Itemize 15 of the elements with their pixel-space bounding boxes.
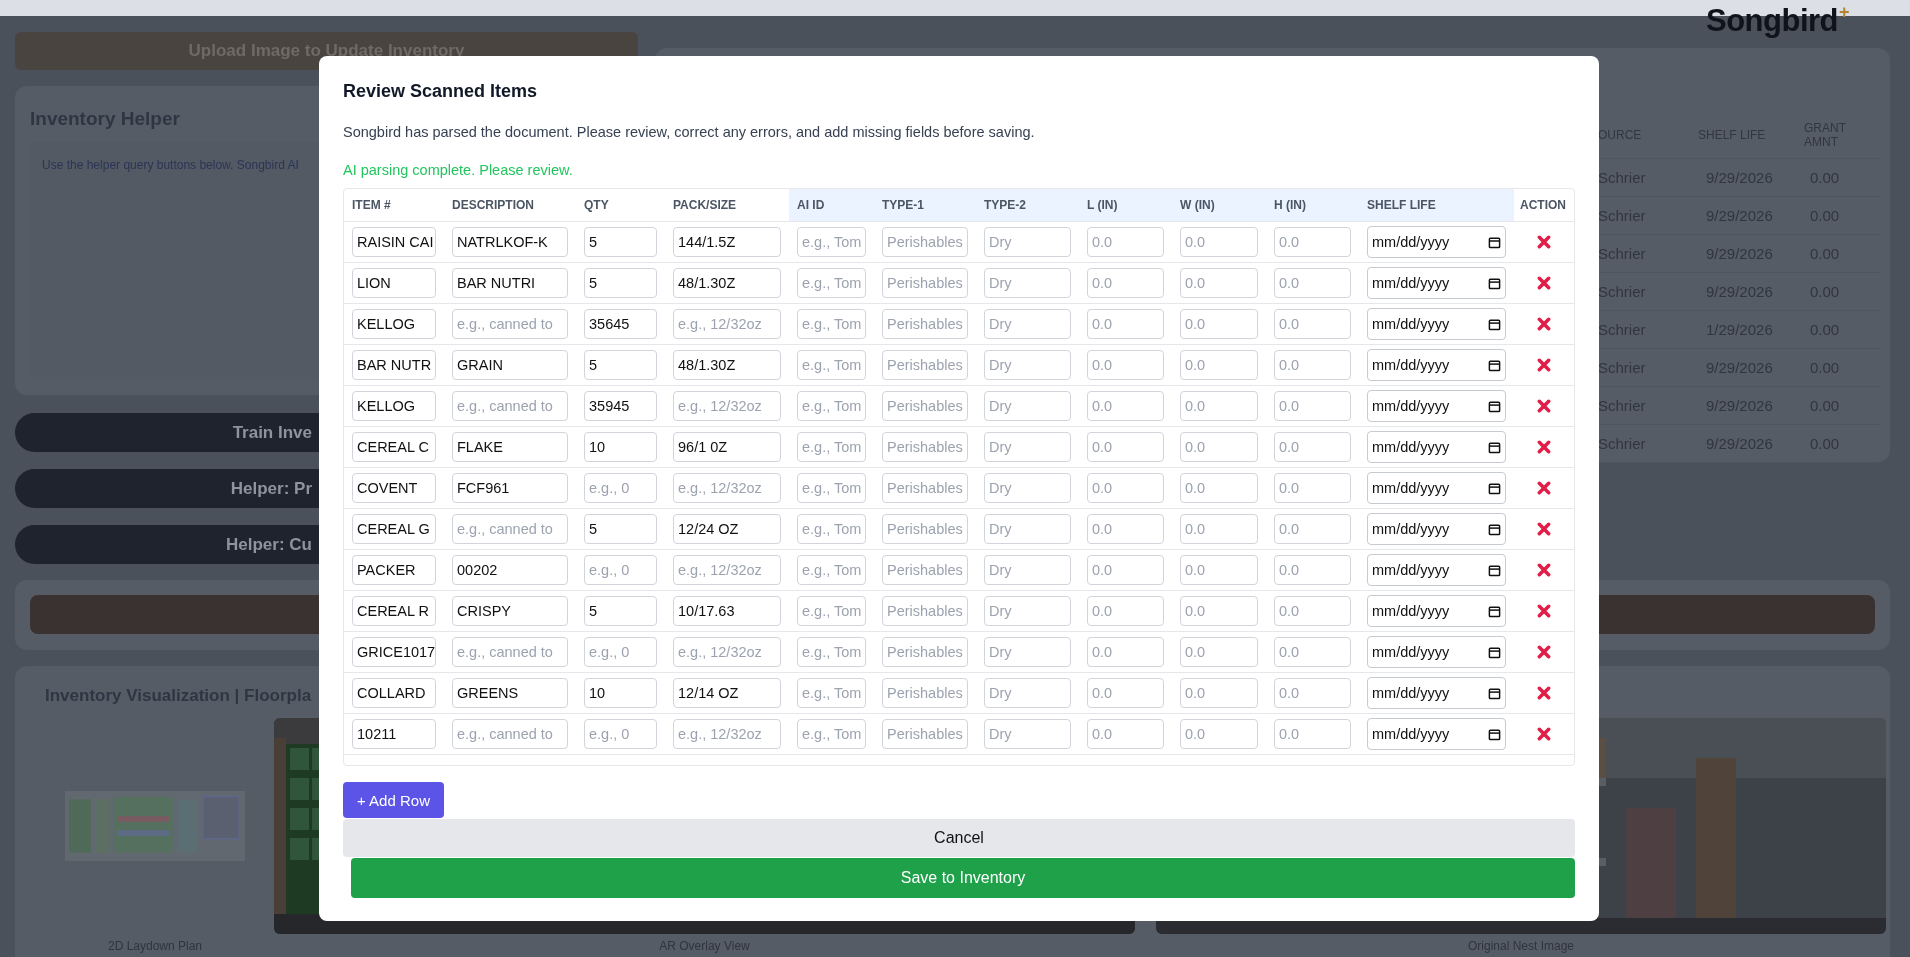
column-header: SHELF LIFE <box>1359 189 1514 221</box>
column-header: AI ID <box>789 189 874 221</box>
column-header: L (IN) <box>1079 189 1172 221</box>
dialog-description: Songbird has parsed the document. Please review, correct any errors, and add missing fields before saving. <box>343 123 1035 142</box>
column-header: ITEM # <box>351 197 392 214</box>
column-header: ACTION <box>1519 197 1567 214</box>
column-header: DESCRIPTION <box>451 197 535 214</box>
column-header: TYPE-2 <box>976 189 1079 221</box>
column-header: PACK/SIZE <box>672 197 738 214</box>
dialog-title: Review Scanned Items <box>343 80 538 102</box>
status-message: AI parsing complete. Please review. <box>343 161 573 180</box>
column-header: H (IN) <box>1266 189 1359 221</box>
column-header: W (IN) <box>1172 189 1266 221</box>
column-header: QTY <box>583 197 610 214</box>
column-header: TYPE-1 <box>874 189 976 221</box>
